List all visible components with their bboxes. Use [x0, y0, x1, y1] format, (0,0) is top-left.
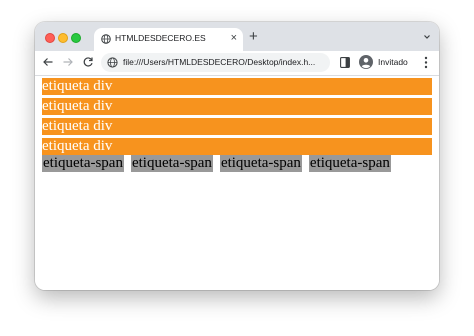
url-text: file:///Users/HTMLDESDECERO/Desktop/inde… [123, 57, 316, 67]
more-menu-icon[interactable] [424, 56, 428, 69]
tab-title: HTMLDESDECERO.ES [115, 33, 206, 43]
browser-window: HTMLDESDECERO.ES × + file:///Users/HTMLD… [35, 22, 439, 290]
side-panel-icon[interactable] [340, 57, 350, 68]
globe-icon [101, 34, 111, 44]
forward-arrow-icon[interactable] [62, 56, 74, 68]
chevron-down-icon[interactable] [423, 33, 431, 41]
site-info-icon[interactable] [107, 57, 118, 68]
window-minimize-button[interactable] [58, 33, 68, 43]
span-inline: etiqueta-span [219, 155, 302, 172]
address-bar[interactable]: file:///Users/HTMLDESDECERO/Desktop/inde… [101, 53, 330, 72]
back-arrow-icon[interactable] [42, 56, 54, 68]
profile-label: Invitado [378, 57, 408, 67]
new-tab-button[interactable]: + [249, 28, 258, 46]
window-close-button[interactable] [45, 33, 55, 43]
div-block: etiqueta div [41, 97, 433, 116]
page-viewport: etiqueta div etiqueta div etiqueta div e… [35, 76, 439, 290]
browser-toolbar: file:///Users/HTMLDESDECERO/Desktop/inde… [35, 51, 439, 76]
div-block: etiqueta div [41, 117, 433, 136]
tab-active[interactable]: HTMLDESDECERO.ES × [94, 28, 243, 51]
span-inline: etiqueta-span [42, 155, 124, 172]
avatar-icon [359, 55, 373, 69]
tab-strip: HTMLDESDECERO.ES × + [35, 22, 439, 51]
reload-icon[interactable] [82, 56, 94, 68]
div-block-list: etiqueta div etiqueta div etiqueta div e… [41, 77, 433, 157]
div-block: etiqueta div [41, 77, 433, 96]
window-maximize-button[interactable] [71, 33, 81, 43]
span-inline: etiqueta-span [130, 155, 213, 172]
tab-close-icon[interactable]: × [231, 31, 237, 45]
span-inline: etiqueta-span [308, 155, 391, 172]
span-row: etiqueta-span etiqueta-span etiqueta-span e… [42, 154, 398, 172]
